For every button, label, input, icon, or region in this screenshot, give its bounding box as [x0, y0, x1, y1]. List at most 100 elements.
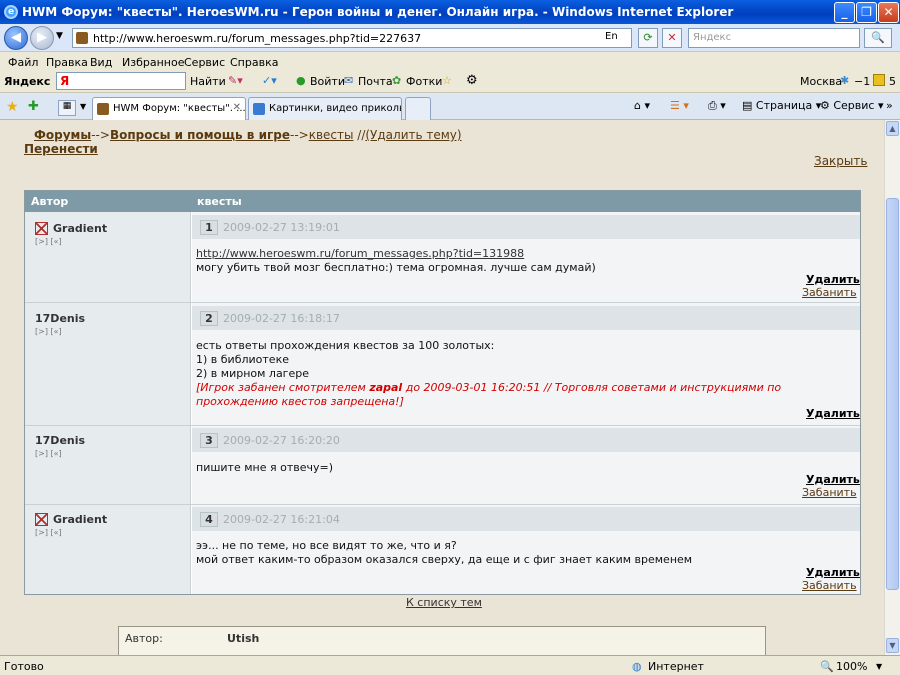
- scroll-up-icon[interactable]: ▲: [886, 121, 899, 136]
- post-text: ээ... не по теме, но все видят то же, чт…: [196, 539, 457, 552]
- posts-table: Автор квесты Gradient [>] [«] 1 2009-02-…: [24, 190, 861, 595]
- breadcrumb-forums[interactable]: Форумы: [34, 128, 91, 142]
- post-author[interactable]: 17Denis: [35, 434, 85, 447]
- search-input[interactable]: Яндекс: [688, 28, 860, 48]
- menu-bar: Файл Правка Вид Избранное Сервис Справка: [0, 53, 900, 71]
- breadcrumb-section[interactable]: Вопросы и помощь в игре: [110, 128, 290, 142]
- post-author[interactable]: Gradient: [53, 513, 107, 526]
- site-favicon-icon: [76, 32, 88, 44]
- ban-user-button[interactable]: Забанить: [802, 286, 857, 299]
- favorites-star-icon[interactable]: ★: [6, 99, 19, 115]
- menu-view[interactable]: Вид: [90, 56, 112, 69]
- menu-help[interactable]: Справка: [230, 56, 278, 69]
- pen-icon[interactable]: ✎▾: [228, 74, 243, 87]
- ban-moderator[interactable]: zapal: [369, 381, 402, 394]
- add-favorite-icon[interactable]: ✚: [28, 99, 39, 114]
- yandex-search-input[interactable]: Я: [56, 72, 186, 90]
- tab-close-icon[interactable]: ✕: [233, 102, 241, 113]
- table-header: Автор квесты: [25, 191, 860, 212]
- scroll-down-icon[interactable]: ▼: [886, 638, 899, 653]
- login-link[interactable]: Войти: [310, 75, 345, 88]
- post-text: есть ответы прохождения квестов за 100 з…: [196, 339, 495, 352]
- photos-link[interactable]: Фотки: [406, 75, 442, 88]
- home-icon[interactable]: ⌂ ▾: [634, 99, 650, 112]
- new-tab-button[interactable]: [405, 97, 431, 120]
- breadcrumb-sep: -->: [289, 128, 309, 142]
- post-number: 1: [200, 220, 218, 235]
- zoom-level[interactable]: 100%: [836, 660, 867, 673]
- settings-gear-icon[interactable]: ⚙: [466, 73, 478, 88]
- quick-tabs-icon[interactable]: ▦: [58, 100, 76, 116]
- menu-favorites[interactable]: Избранное: [122, 56, 184, 69]
- star-add-icon[interactable]: ☆: [442, 74, 452, 87]
- yandex-input-logo: Я: [60, 74, 70, 88]
- menu-file[interactable]: Файл: [8, 56, 38, 69]
- delete-post-button[interactable]: Удалить: [806, 473, 860, 486]
- post-link[interactable]: http://www.heroeswm.ru/forum_messages.ph…: [196, 247, 524, 261]
- tab-pictures[interactable]: Картинки, видео приколы,...: [248, 97, 402, 120]
- author-mini-links[interactable]: [>] [«]: [35, 237, 62, 246]
- mail-icon: ✉: [344, 74, 354, 87]
- post-date: 2009-02-27 16:20:20: [223, 434, 340, 447]
- post-text: пишите мне я отвечу=): [196, 461, 334, 474]
- login-icon: ●: [296, 74, 306, 87]
- author-mini-links[interactable]: [>] [«]: [35, 449, 62, 458]
- knight-class-icon: [35, 513, 48, 526]
- menu-edit[interactable]: Правка: [46, 56, 88, 69]
- tab-list-dropdown-icon[interactable]: ▼: [80, 102, 86, 111]
- ban-notice-line2: прохождению квестов запрещена!]: [196, 395, 404, 408]
- back-button[interactable]: ◀: [4, 26, 28, 50]
- yandex-logo[interactable]: Яндекс: [4, 75, 50, 88]
- address-bar[interactable]: http://www.heroeswm.ru/forum_messages.ph…: [72, 28, 632, 48]
- ban-user-button[interactable]: Забанить: [802, 579, 857, 592]
- tab-favicon-icon: [97, 103, 109, 115]
- forward-button[interactable]: ▶: [30, 26, 54, 50]
- move-topic-link[interactable]: Перенести: [24, 142, 98, 156]
- search-button[interactable]: 🔍: [864, 28, 892, 48]
- yandex-find-button[interactable]: Найти: [190, 75, 226, 88]
- title-bar: e HWM Форум: "квесты". HeroesWM.ru - Гер…: [0, 0, 900, 24]
- more-tools-icon[interactable]: »: [886, 99, 893, 112]
- ie-logo-icon: e: [4, 5, 18, 19]
- close-topic-link[interactable]: Закрыть: [814, 154, 867, 168]
- knight-class-icon: [35, 222, 48, 235]
- menu-tools[interactable]: Сервис: [184, 56, 225, 69]
- feeds-icon[interactable]: ☰ ▾: [670, 99, 689, 112]
- zoom-dropdown-icon[interactable]: ▼: [876, 662, 882, 671]
- print-icon[interactable]: ⎙ ▾: [708, 99, 726, 113]
- post-author[interactable]: Gradient: [53, 222, 107, 235]
- breadcrumb: Форумы-->Вопросы и помощь в игре-->квест…: [34, 128, 462, 142]
- history-dropdown-icon[interactable]: ▼: [56, 31, 63, 41]
- status-bar: Готово ◍ Интернет 🔍 100% ▼: [0, 655, 900, 675]
- spellcheck-icon[interactable]: ✓▾: [262, 74, 277, 87]
- minimize-button[interactable]: _: [834, 2, 855, 23]
- breadcrumb-topic[interactable]: квесты: [309, 128, 354, 142]
- post-number: 2: [200, 311, 218, 326]
- back-to-topics-link[interactable]: К списку тем: [406, 596, 482, 609]
- author-mini-links[interactable]: [>] [«]: [35, 528, 62, 537]
- close-button[interactable]: ✕: [878, 2, 899, 23]
- author-mini-links[interactable]: [>] [«]: [35, 327, 62, 336]
- weather-city[interactable]: Москва: [800, 75, 842, 88]
- post-author[interactable]: 17Denis: [35, 312, 85, 325]
- vertical-scrollbar[interactable]: ▲ ▼: [884, 120, 900, 655]
- maximize-button[interactable]: ❐: [856, 2, 877, 23]
- tab-forum[interactable]: HWM Форум: "квесты". ... ✕: [92, 97, 246, 120]
- page-menu[interactable]: ▤ Страница ▾: [742, 99, 821, 112]
- tools-menu-label: Сервис: [833, 99, 875, 112]
- language-indicator[interactable]: En: [605, 31, 618, 42]
- breadcrumb-sep: //: [353, 128, 366, 142]
- delete-post-button[interactable]: Удалить: [806, 566, 860, 579]
- delete-post-button[interactable]: Удалить: [806, 407, 860, 420]
- notification-icon[interactable]: [873, 74, 885, 86]
- delete-topic-link[interactable]: (Удалить тему): [365, 128, 461, 142]
- security-zone[interactable]: Интернет: [648, 660, 704, 673]
- ban-user-button[interactable]: Забанить: [802, 486, 857, 499]
- delete-post-button[interactable]: Удалить: [806, 273, 860, 286]
- mail-link[interactable]: Почта: [358, 75, 393, 88]
- scroll-thumb[interactable]: [886, 198, 899, 590]
- stop-icon[interactable]: ✕: [662, 28, 682, 48]
- tab-label: Картинки, видео приколы,...: [269, 103, 401, 114]
- refresh-icon[interactable]: ⟳: [638, 28, 658, 48]
- tools-menu[interactable]: ⚙ Сервис ▾: [820, 99, 884, 112]
